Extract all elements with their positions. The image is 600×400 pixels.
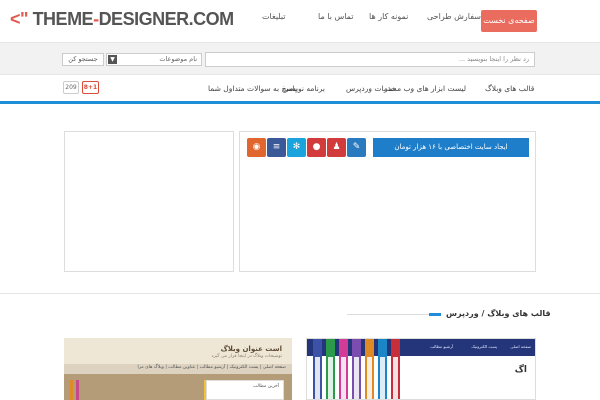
search-button[interactable]: جستجو کن [62,53,104,66]
user-icon[interactable]: ♟ [327,138,346,157]
thumb-color-strip [70,380,73,400]
template-thumbnail-1[interactable]: است عنوان وبلاگ توضیحات وبلاگ در اینجا ق… [64,338,292,400]
nav-contact[interactable]: تماس با ما [318,12,354,21]
thumb-color-strip [339,339,348,399]
thumb-header: است عنوان وبلاگ توضیحات وبلاگ در اینجا ق… [64,338,292,364]
edit-icon[interactable]: ✎ [347,138,366,157]
page: <" THEME-DESIGNER.COM صفحه‌ی نخست سفارش … [0,0,600,400]
logo-prefix: <" [10,9,29,29]
layers-icon[interactable]: ≡ [267,138,286,157]
nav-portfolio[interactable]: نمونه کار ها [369,12,408,21]
nav-divider [0,101,600,104]
topic-select-value: نام موضوعات [159,55,197,63]
google-plus-button[interactable]: 8+1 [82,81,99,94]
section-separator [0,293,600,294]
search-input[interactable]: رد نظر را اینجا بنویسید ... [205,52,535,67]
template-thumbnail-2[interactable]: صفحه اصلی پست الکترونیک آرشیو مطالب اگ [306,338,536,400]
thumb-nav-text: صفحه اصلی | پست الکترونیک | آرشیو مطالب … [137,365,286,370]
thumb-card-text: آخرین مطالب [253,384,279,389]
site-header: <" THEME-DESIGNER.COM صفحه‌ی نخست سفارش … [0,0,600,42]
thumb-color-strip [365,339,374,399]
rss-icon[interactable]: ◉ [247,138,266,157]
nav-order-design[interactable]: سفارش طراحی [427,12,481,21]
thumb-topbar-item: پست الکترونیک [471,344,497,349]
thumb-topbar-item: آرشیو مطالب [430,344,453,349]
gear-icon[interactable]: ✻ [287,138,306,157]
logo-part-2: DESIGNER.COM [98,9,235,29]
cat-webmaster-tools[interactable]: لیست ابزار های وب مستر [384,84,466,93]
chevron-down-icon: ▼ [108,55,117,64]
custom-site-banner[interactable]: ایجاد سایت اختصاصی با ۱۶ هزار تومان [373,138,529,157]
cat-blog-templates[interactable]: قالب های وبلاگ [485,84,534,93]
thumb-big-text: اگ [514,365,527,375]
site-logo[interactable]: <" THEME-DESIGNER.COM [10,9,234,30]
thumb-blog-title: است عنوان وبلاگ [220,345,282,353]
thumb-color-strip [313,339,322,399]
left-widget-box [64,131,234,272]
thumb-color-strip [391,339,400,399]
section-title: قالب های وبلاگ / وردپرس [446,309,551,318]
thumb-nav: صفحه اصلی | پست الکترونیک | آرشیو مطالب … [64,364,292,374]
search-bar: جستجو کن نام موضوعات ▼ رد نظر را اینجا ب… [0,42,600,75]
topic-select[interactable]: نام موضوعات ▼ [106,53,202,66]
nav-advertise[interactable]: تبلیغات [262,12,286,21]
thumb-blog-subtitle: توضیحات وبلاگ در اینجا قرار می گیرد [211,354,282,359]
thumb-color-strip [76,380,79,400]
thumb-color-strip [352,339,361,399]
cat-wordpress-services[interactable]: خدمات وردپرس [346,84,396,93]
nav-home-button[interactable]: صفحه‌ی نخست [481,10,537,32]
microphone-icon[interactable]: ● [307,138,326,157]
share-count: 209 [63,81,79,94]
thumb-color-strip [326,339,335,399]
thumb-topbar-item: صفحه اصلی [510,344,531,349]
logo-part-1: THEME [32,9,94,29]
section-title-rule [347,313,441,316]
cat-faq[interactable]: پاسخ به سوالات متداول شما [208,84,297,93]
thumb-content-card: آخرین مطالب [206,380,284,400]
thumb-color-strip [378,339,387,399]
